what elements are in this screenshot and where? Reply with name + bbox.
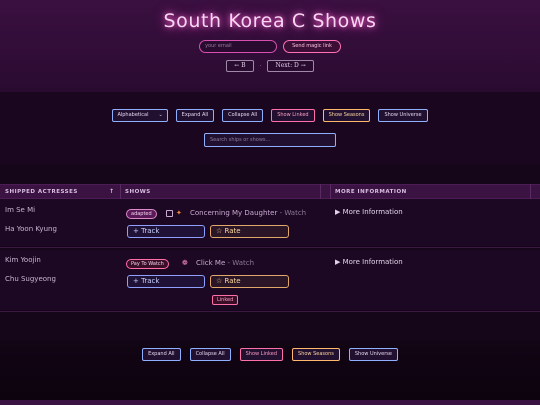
show-universe-button[interactable]: Show Universe [378, 109, 428, 122]
show-seasons-button[interactable]: Show Seasons [322, 109, 371, 122]
search-input[interactable]: Search ships or shows... [204, 133, 336, 147]
sort-value: Alphabetical [117, 112, 149, 118]
sort-arrow-icon[interactable]: ↑ [109, 185, 115, 199]
actress-name: Ha Yoon Kyung [5, 225, 57, 233]
fire-icon: ✦ [176, 209, 182, 217]
send-magic-link-button[interactable]: Send magic link [283, 40, 341, 53]
book-icon [166, 210, 173, 217]
next-letter-button[interactable]: Next: D → [267, 60, 314, 72]
show-title[interactable]: Concerning My Daughter [190, 209, 277, 217]
row-divider [0, 247, 540, 248]
sort-select[interactable]: Alphabetical ⌄ [112, 109, 168, 122]
show-universe-button[interactable]: Show Universe [348, 348, 398, 361]
letter-navigation: ← B · Next: D → [0, 60, 540, 72]
more-information-toggle[interactable]: ▶ More Information [335, 208, 403, 216]
email-input[interactable]: your email [199, 40, 278, 53]
show-seasons-button[interactable]: Show Seasons [292, 348, 340, 361]
watch-link[interactable]: - Watch [277, 209, 307, 217]
column-divider [330, 184, 331, 199]
show-link[interactable]: Click Me - Watch [196, 259, 254, 267]
brain-icon: ❁ [182, 259, 188, 267]
collapse-all-button[interactable]: Collapse All [222, 109, 264, 122]
bottom-controls: Expand All Collapse All Show Linked Show… [0, 348, 540, 361]
rate-button[interactable]: ☆ Rate [210, 275, 289, 288]
show-linked-button[interactable]: Show Linked [239, 348, 284, 361]
table-row [0, 199, 540, 246]
show-link[interactable]: Concerning My Daughter - Watch [190, 209, 306, 217]
expand-all-button[interactable]: Expand All [142, 348, 181, 361]
top-controls: Alphabetical ⌄ Expand All Collapse All S… [0, 109, 540, 122]
row-divider [0, 311, 540, 312]
watch-link[interactable]: - Watch [225, 259, 254, 267]
footer-bar [0, 400, 540, 405]
actress-name: Im Se Mi [5, 206, 36, 214]
column-header-more-info[interactable]: MORE INFORMATION [335, 185, 407, 199]
actress-name: Kim Yoojin [5, 256, 41, 264]
column-header-actresses[interactable]: SHIPPED ACTRESSES [5, 185, 78, 199]
login-form: your email Send magic link [0, 40, 540, 53]
column-header-shows[interactable]: SHOWS [125, 185, 151, 199]
linked-badge[interactable]: Linked [212, 295, 239, 305]
track-button[interactable]: + Track [127, 225, 205, 238]
track-button[interactable]: + Track [127, 275, 205, 288]
prev-letter-button[interactable]: ← B [226, 60, 254, 72]
column-divider [120, 184, 121, 199]
rate-button[interactable]: ☆ Rate [210, 225, 289, 238]
controls-band [0, 92, 540, 164]
adapted-badge: adapted [126, 209, 157, 219]
nav-separator: · [259, 62, 262, 70]
more-information-toggle[interactable]: ▶ More Information [335, 258, 403, 266]
show-linked-button[interactable]: Show Linked [271, 109, 315, 122]
chevron-down-icon: ⌄ [158, 112, 163, 118]
pay-to-watch-badge: Pay To Watch [126, 259, 169, 269]
column-divider [320, 184, 321, 199]
page-title: South Korea C Shows [163, 10, 377, 32]
collapse-all-button[interactable]: Collapse All [189, 348, 231, 361]
column-divider [530, 184, 531, 199]
table-header: SHIPPED ACTRESSES ↑ SHOWS MORE INFORMATI… [0, 184, 540, 199]
expand-all-button[interactable]: Expand All [175, 109, 215, 122]
show-title[interactable]: Click Me [196, 259, 225, 267]
actress-name: Chu Sugyeong [5, 275, 56, 283]
